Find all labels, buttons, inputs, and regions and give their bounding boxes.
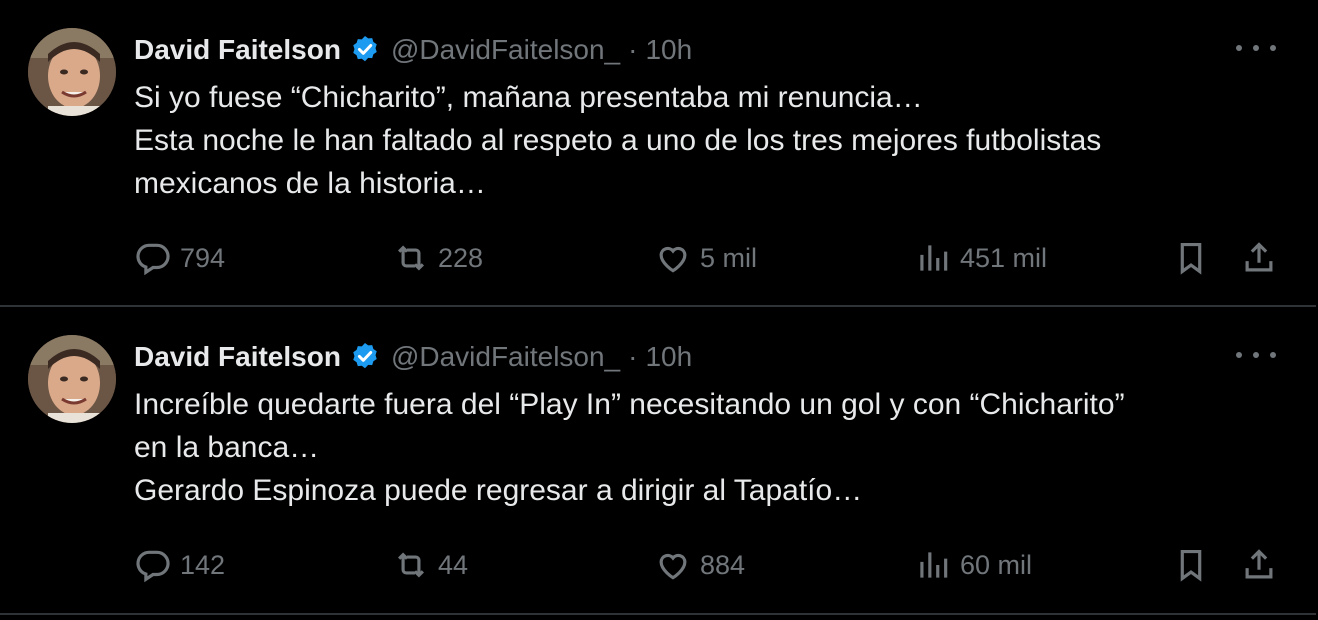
author-handle[interactable]: @DavidFaitelson_ xyxy=(391,34,620,66)
reply-icon xyxy=(136,243,170,276)
more-horizontal-icon[interactable] xyxy=(1236,36,1276,60)
retweet-count: 228 xyxy=(438,242,484,273)
tweet[interactable]: David Faitelson @DavidFaitelson_ · 10h S… xyxy=(0,0,1316,307)
share-icon xyxy=(1245,242,1273,272)
retweet-button[interactable]: 44 xyxy=(392,540,468,590)
heart-icon xyxy=(659,246,687,273)
author-handle[interactable]: @DavidFaitelson_ xyxy=(391,341,620,373)
share-button[interactable] xyxy=(1240,233,1278,283)
avatar[interactable] xyxy=(28,335,116,423)
avatar[interactable] xyxy=(28,28,116,116)
views-count: 60 mil xyxy=(960,549,1033,580)
tweet-timestamp[interactable]: 10h xyxy=(645,341,692,373)
bookmark-icon xyxy=(1180,242,1202,275)
reply-count: 794 xyxy=(180,242,226,273)
retweet-icon xyxy=(398,552,424,578)
like-button[interactable]: 5 mil xyxy=(654,233,757,283)
views-count: 451 mil xyxy=(960,242,1048,273)
retweet-count: 44 xyxy=(438,549,469,580)
author-name[interactable]: David Faitelson xyxy=(134,341,341,373)
tweet-text-line: mexicanos de la historia… xyxy=(134,167,486,200)
views-bar-chart-icon xyxy=(920,552,948,578)
verified-badge-icon xyxy=(349,341,381,373)
like-button[interactable]: 884 xyxy=(654,540,745,590)
tweet-actions: 794 228 5 mil 451 mil xyxy=(134,233,1284,283)
views-button[interactable]: 60 mil xyxy=(914,540,1032,590)
bookmark-button[interactable] xyxy=(1172,233,1210,283)
views-bar-chart-icon xyxy=(920,245,948,271)
share-button[interactable] xyxy=(1240,540,1278,590)
tweet-header: David Faitelson @DavidFaitelson_ · 10h xyxy=(134,30,692,70)
tweet-header: David Faitelson @DavidFaitelson_ · 10h xyxy=(134,337,692,377)
separator-dot: · xyxy=(628,341,638,372)
verified-badge-icon xyxy=(349,34,381,66)
like-count: 884 xyxy=(700,549,746,580)
tweet-text-line: Gerardo Espinoza puede regresar a dirigi… xyxy=(134,474,863,507)
tweet-text-line: en la banca… xyxy=(134,431,320,464)
tweet-text-line: Esta noche le han faltado al respeto a u… xyxy=(134,124,1102,157)
tweet-text: Increíble quedarte fuera del “Play In” n… xyxy=(134,383,1294,512)
tweet[interactable]: David Faitelson @DavidFaitelson_ · 10h I… xyxy=(0,307,1316,615)
tweet-text-line: Si yo fuese “Chicharito”, mañana present… xyxy=(134,81,923,114)
tweet-timestamp[interactable]: 10h xyxy=(645,34,692,66)
author-name[interactable]: David Faitelson xyxy=(134,34,341,66)
tweet-text: Si yo fuese “Chicharito”, mañana present… xyxy=(134,76,1294,205)
reply-count: 142 xyxy=(180,549,226,580)
separator-dot: · xyxy=(628,34,638,65)
bookmark-icon xyxy=(1180,549,1202,582)
share-icon xyxy=(1245,549,1273,579)
retweet-icon xyxy=(398,245,424,271)
views-button[interactable]: 451 mil xyxy=(914,233,1047,283)
timeline-feed: David Faitelson @DavidFaitelson_ · 10h S… xyxy=(0,0,1318,620)
bookmark-button[interactable] xyxy=(1172,540,1210,590)
like-count: 5 mil xyxy=(700,242,758,273)
reply-icon xyxy=(136,550,170,583)
more-horizontal-icon[interactable] xyxy=(1236,343,1276,367)
heart-icon xyxy=(659,553,687,580)
tweet-actions: 142 44 884 60 mil xyxy=(134,540,1284,590)
retweet-button[interactable]: 228 xyxy=(392,233,483,283)
reply-button[interactable]: 142 xyxy=(134,540,225,590)
tweet-text-line: Increíble quedarte fuera del “Play In” n… xyxy=(134,388,1125,421)
reply-button[interactable]: 794 xyxy=(134,233,225,283)
